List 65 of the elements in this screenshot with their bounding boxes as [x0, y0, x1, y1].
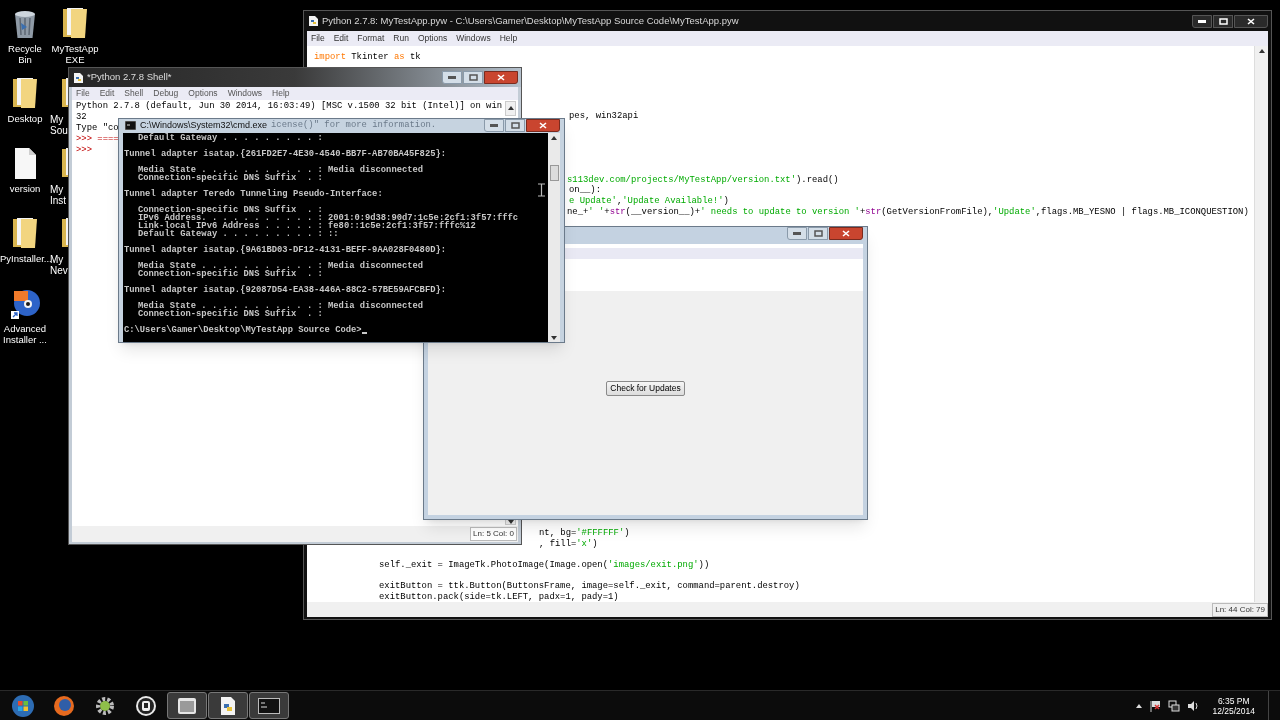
desktop-icon-label[interactable]: My Sou: [50, 114, 68, 136]
desktop-icon-label[interactable]: Desktop: [0, 113, 50, 124]
shell-line: >>>: [76, 145, 92, 156]
code-line: exitButton = ttk.Button(ButtonsFrame, image=self._exit, command=parent.destroy): [379, 581, 800, 591]
console-line: Default Gateway . . . . . . . . . : ::: [138, 229, 339, 238]
shell-line: Python 2.7.8 (default, Jun 30 2014, 16:03:49) [MSC v.1500 32 bit (Intel)] on win: [76, 101, 503, 112]
menu-item[interactable]: Options: [188, 87, 218, 100]
shell-line: >>> ====: [76, 134, 119, 145]
background-text: icense()" for more information.: [271, 119, 437, 133]
desktop-icon-label[interactable]: My Nev: [50, 254, 68, 276]
code-line: import Tkinter as tk: [314, 52, 421, 62]
menu-item[interactable]: File: [311, 32, 325, 45]
code-line: pes, win32api: [569, 111, 639, 121]
console-line: Link-local IPv6 Address . . . . . : fe80::1c5e:2cf1:3f57:fffc%12: [138, 221, 476, 230]
desktop-icon-label[interactable]: Recycle Bin: [0, 43, 50, 65]
window-title: C:\Windows\System32\cmd.exe: [140, 119, 268, 132]
console-line: Connection-specific DNS Suffix . :: [138, 173, 323, 182]
console-line: Media State . . . . . . . . . . . : Media disconnected: [138, 165, 424, 174]
menu-item[interactable]: Options: [417, 32, 448, 45]
code-line: self._exit = ImageTk.PhotoImage(Image.open('images/exit.png')): [379, 560, 710, 570]
desktop-icon-label[interactable]: MyTestApp EXE: [50, 43, 100, 65]
console-line: Tunnel adapter isatap.{261FD2E7-4E30-4540-BB7F-AB70BA45F825}:: [124, 149, 447, 158]
clock-time: 6:35 PM: [1217, 695, 1250, 706]
menu-item[interactable]: Debug: [153, 87, 179, 100]
desktop-icon-label[interactable]: Advanced Installer ...: [0, 323, 50, 345]
console-line: C:\Users\Gamer\Desktop\MyTestApp Source Code>: [124, 325, 362, 334]
code-line: s113dev.com/projects/MyTestApp/version.txt').read(): [567, 175, 839, 185]
console-line: Connection-specific DNS Suffix . :: [138, 205, 323, 214]
menu-item[interactable]: Edit: [333, 32, 349, 45]
console-line: Media State . . . . . . . . . . . : Media disconnected: [138, 261, 424, 270]
menu-item[interactable]: Edit: [99, 87, 115, 100]
console-line: Default Gateway . . . . . . . . . :: [138, 133, 323, 142]
console-line: IPv6 Address. . . . . . . . . . . : 2001:0:9d38:90d7:1c5e:2cf1:3f57:fffc: [138, 213, 519, 222]
code-line: nt, bg='#FFFFFF'): [539, 528, 630, 538]
console-line: Connection-specific DNS Suffix . :: [138, 309, 323, 318]
menu-item[interactable]: Shell: [124, 87, 144, 100]
code-line: e Update','Update Available!'): [569, 196, 729, 206]
shell-line: Type "co: [76, 123, 119, 134]
menu-item[interactable]: Format: [357, 32, 385, 45]
desktop-icon-label[interactable]: version: [0, 183, 50, 194]
window-title: Python 2.7.8: MyTestApp.pyw - C:\Users\Gamer\Desktop\MyTestApp Source Code\MyTestApp.pyw: [322, 13, 739, 28]
menu-item[interactable]: Run: [393, 32, 409, 45]
menu-item[interactable]: Help: [499, 32, 518, 45]
menu-item[interactable]: File: [76, 87, 90, 100]
status-text: Ln: 5 Col: 0: [470, 527, 517, 541]
menu-item[interactable]: Windows: [227, 87, 263, 100]
menu-item[interactable]: Windows: [456, 32, 491, 45]
clock-date: 12/25/2014: [1212, 705, 1255, 716]
code-line: exitButton.pack(side=tk.LEFT, padx=1, pady=1): [379, 592, 619, 602]
console-line: Tunnel adapter isatap.{9A61BD03-DF12-4131-BEFF-9AA028F0480D}:: [124, 245, 447, 254]
menu-item[interactable]: Help: [272, 87, 290, 100]
check-updates-button[interactable]: Check for Updates: [606, 381, 685, 396]
desktop-icon-label[interactable]: My Inst: [50, 184, 68, 206]
console-line: Connection-specific DNS Suffix . :: [138, 269, 323, 278]
clock[interactable]: 6:35 PM 12/25/2014: [1212, 695, 1255, 716]
desktop-icon-label[interactable]: PyInstaller...: [0, 253, 50, 264]
console-line: Tunnel adapter Teredo Tunneling Pseudo-Interface:: [124, 189, 383, 198]
window-title: *Python 2.7.8 Shell*: [87, 70, 172, 85]
console-line: Media State . . . . . . . . . . . : Media disconnected: [138, 301, 424, 310]
code-line: ne_+' '+str(__version__)+' needs to update to version '+str(GetVersionFromFile),'Update',flags.MB_YESNO | flags.MB_ICONQUESTION): [567, 207, 1249, 217]
code-line: , fill='x'): [539, 539, 598, 549]
console-line: Tunnel adapter isatap.{92087D54-EA38-446A-88C2-57BE59AFCBFD}:: [124, 285, 447, 294]
status-text: Ln: 44 Col: 79: [1212, 602, 1268, 617]
code-line: on__):: [569, 185, 601, 195]
shell-line: 32: [76, 112, 87, 123]
